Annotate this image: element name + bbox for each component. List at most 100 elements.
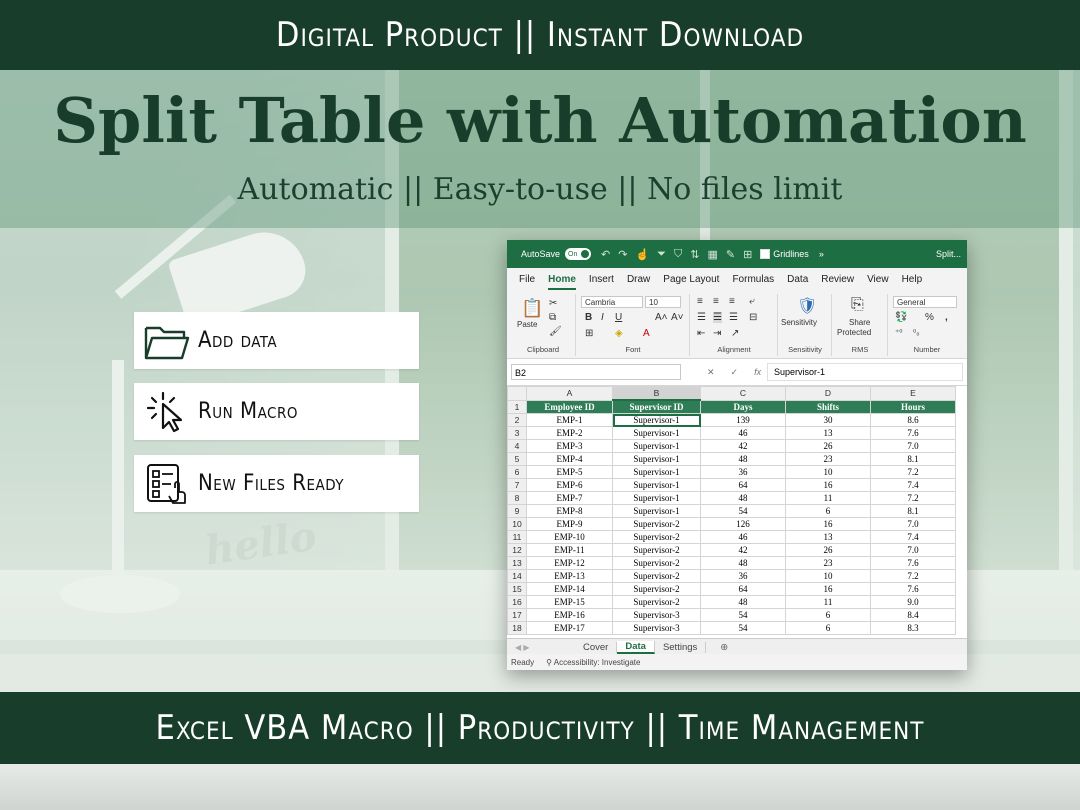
wrap-text-icon[interactable]: ⤶ xyxy=(749,296,755,307)
cell[interactable]: EMP-8 xyxy=(526,504,613,518)
formula-input[interactable]: Supervisor-1 xyxy=(767,363,963,381)
row-number[interactable]: 14 xyxy=(507,569,527,583)
tab-help[interactable]: Help xyxy=(902,274,923,290)
touch-mode-icon[interactable]: ☝ xyxy=(635,248,649,261)
fill-color-icon[interactable]: ◈ xyxy=(615,328,623,339)
enter-icon[interactable]: ✓ xyxy=(731,367,739,378)
cell[interactable]: EMP-9 xyxy=(526,517,613,531)
cell[interactable]: Supervisor-1 xyxy=(612,478,701,492)
align-left-icon[interactable]: ☰ xyxy=(697,312,706,323)
cell[interactable]: Supervisor-1 xyxy=(612,504,701,518)
cell[interactable]: 6 xyxy=(785,608,871,622)
column-letter[interactable]: B xyxy=(612,386,701,401)
bold-icon[interactable]: B xyxy=(585,312,592,323)
cell[interactable]: 11 xyxy=(785,595,871,609)
cell[interactable]: 30 xyxy=(785,413,871,427)
cell[interactable]: 26 xyxy=(785,543,871,557)
paste-icon[interactable]: 📋 xyxy=(521,298,543,319)
cell[interactable]: EMP-6 xyxy=(526,478,613,492)
cell[interactable]: 42 xyxy=(700,439,786,453)
cell[interactable]: 7.0 xyxy=(870,517,956,531)
sheet-tab-settings[interactable]: Settings xyxy=(655,641,707,653)
cell[interactable]: EMP-1 xyxy=(526,413,613,427)
cell[interactable]: Supervisor-1 xyxy=(612,439,701,453)
cell[interactable]: EMP-7 xyxy=(526,491,613,505)
cell[interactable]: 48 xyxy=(700,595,786,609)
cell[interactable]: EMP-15 xyxy=(526,595,613,609)
cell[interactable]: 16 xyxy=(785,517,871,531)
cell[interactable]: 54 xyxy=(700,608,786,622)
cell[interactable]: 8.3 xyxy=(870,621,956,635)
gridlines-checkbox[interactable]: Gridlines xyxy=(760,249,809,259)
cell[interactable]: Supervisor-1 xyxy=(612,426,701,440)
cell[interactable]: 64 xyxy=(700,478,786,492)
cell[interactable]: Supervisor-2 xyxy=(612,517,701,531)
cell[interactable]: 46 xyxy=(700,426,786,440)
row-number[interactable]: 3 xyxy=(507,426,527,440)
cell[interactable]: 42 xyxy=(700,543,786,557)
cell[interactable]: 23 xyxy=(785,556,871,570)
protected-label[interactable]: Protected xyxy=(837,328,871,337)
select-all-corner[interactable] xyxy=(507,386,527,401)
column-header[interactable]: Supervisor ID xyxy=(612,399,701,414)
cell[interactable]: Supervisor-2 xyxy=(612,543,701,557)
cell[interactable]: 36 xyxy=(700,465,786,479)
accessibility-status[interactable]: ⚲ Accessibility: Investigate xyxy=(546,658,640,667)
row-number[interactable]: 16 xyxy=(507,595,527,609)
cell[interactable]: 13 xyxy=(785,426,871,440)
percent-icon[interactable]: % xyxy=(925,312,934,323)
indent-increase-icon[interactable]: ⇥ xyxy=(713,328,721,339)
share-label[interactable]: Share xyxy=(849,318,870,327)
cell[interactable]: Supervisor-1 xyxy=(612,452,701,466)
cell[interactable]: 7.4 xyxy=(870,478,956,492)
cell[interactable]: 9.0 xyxy=(870,595,956,609)
align-center-icon[interactable]: ☰ xyxy=(713,312,722,323)
cell[interactable]: 8.1 xyxy=(870,504,956,518)
name-box[interactable]: B2 xyxy=(511,364,681,380)
autosave-toggle[interactable]: On xyxy=(565,248,592,260)
row-number[interactable]: 11 xyxy=(507,530,527,544)
cell[interactable]: 126 xyxy=(700,517,786,531)
cell[interactable]: 8.1 xyxy=(870,452,956,466)
cut-icon[interactable]: ✂ xyxy=(549,298,557,309)
row-number[interactable]: 5 xyxy=(507,452,527,466)
cell[interactable]: 54 xyxy=(700,621,786,635)
indent-decrease-icon[interactable]: ⇤ xyxy=(697,328,705,339)
cell[interactable]: EMP-3 xyxy=(526,439,613,453)
align-top-icon[interactable]: ≡ xyxy=(697,296,703,307)
cell[interactable]: EMP-17 xyxy=(526,621,613,635)
freeze-icon[interactable]: ▦ xyxy=(707,248,717,261)
cell[interactable]: 10 xyxy=(785,569,871,583)
underline-icon[interactable]: U xyxy=(615,312,622,323)
borders-icon[interactable]: ⊞ xyxy=(585,328,593,339)
cell[interactable]: EMP-4 xyxy=(526,452,613,466)
decrease-decimal-icon[interactable]: ⁰₀ xyxy=(913,328,920,337)
sort-icon[interactable]: ⇅ xyxy=(690,248,699,261)
cell[interactable]: Supervisor-3 xyxy=(612,608,701,622)
cell[interactable]: EMP-11 xyxy=(526,543,613,557)
row-number[interactable]: 2 xyxy=(507,413,527,427)
cell[interactable]: 46 xyxy=(700,530,786,544)
sensitivity-label[interactable]: Sensitivity xyxy=(781,318,817,327)
cell[interactable]: 48 xyxy=(700,556,786,570)
align-bottom-icon[interactable]: ≡ xyxy=(729,296,735,307)
font-name-select[interactable]: Cambria xyxy=(581,296,643,308)
comma-icon[interactable]: , xyxy=(945,312,948,323)
fx-icon[interactable]: fx xyxy=(754,367,761,378)
sheet-nav-arrows[interactable]: ◀ ▶ xyxy=(507,643,575,652)
merge-icon[interactable]: ⊟ xyxy=(749,312,757,323)
row-number[interactable]: 10 xyxy=(507,517,527,531)
cell[interactable]: 7.4 xyxy=(870,530,956,544)
cell[interactable]: 11 xyxy=(785,491,871,505)
cell[interactable]: EMP-10 xyxy=(526,530,613,544)
row-number[interactable]: 8 xyxy=(507,491,527,505)
table-icon[interactable]: ⊞ xyxy=(743,248,752,261)
cell[interactable]: 7.6 xyxy=(870,426,956,440)
shrink-font-icon[interactable]: A˅ xyxy=(671,312,684,323)
cell[interactable]: 16 xyxy=(785,582,871,596)
cell[interactable]: 7.2 xyxy=(870,491,956,505)
cell[interactable]: Supervisor-2 xyxy=(612,569,701,583)
cell[interactable]: Supervisor-2 xyxy=(612,556,701,570)
sheet-tab-cover[interactable]: Cover xyxy=(575,641,618,653)
cell[interactable]: EMP-16 xyxy=(526,608,613,622)
